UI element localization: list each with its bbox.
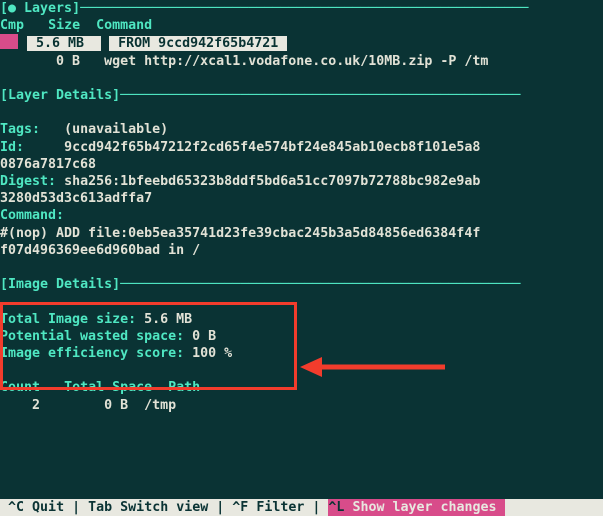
table-row: 2 0 B /tmp bbox=[0, 397, 603, 414]
digest-label: Digest: bbox=[0, 174, 56, 189]
total-size-label: Total Image size: bbox=[0, 312, 136, 327]
switch-key[interactable]: Tab bbox=[88, 500, 112, 515]
digest-value: sha256:1bfeebd65323b8ddf5bd6a51cc7097b72… bbox=[64, 174, 480, 189]
digest-value: 3280d53d3c613adffa7 bbox=[0, 191, 152, 206]
layer-size: 0 B bbox=[56, 54, 80, 69]
id-label: Id: bbox=[0, 140, 24, 155]
filter-key[interactable]: ^F bbox=[232, 500, 248, 515]
wasted-space-label: Potential wasted space: bbox=[0, 329, 184, 344]
divider: | bbox=[216, 500, 224, 515]
layer-row[interactable]: 5.6 MB FROM 9ccd942f65b4721 bbox=[0, 34, 603, 52]
tags-value: (unavailable) bbox=[64, 122, 168, 137]
bracket: ] bbox=[72, 1, 80, 16]
terminal-screen: [● Layers]──────────────────────────────… bbox=[0, 0, 603, 414]
col-size: Size bbox=[48, 18, 80, 33]
changes-key[interactable]: ^L bbox=[328, 500, 344, 515]
total-size-value: 5.6 MB bbox=[144, 312, 192, 327]
command-label: Command: bbox=[0, 208, 64, 223]
divider: | bbox=[72, 500, 80, 515]
layer-row[interactable]: 0 B wget http://xcal1.vodafone.co.uk/10M… bbox=[0, 53, 603, 70]
cell-total-space: 0 B bbox=[104, 398, 128, 413]
quit-label: Quit bbox=[32, 500, 64, 515]
image-details-header: [Image Details]─────────────────────────… bbox=[0, 276, 603, 293]
divider: | bbox=[312, 500, 320, 515]
switch-label: Switch view bbox=[120, 500, 208, 515]
col-command: Command bbox=[96, 18, 152, 33]
image-details-title: Image Details bbox=[8, 277, 112, 292]
layer-size: 5.6 MB bbox=[27, 36, 101, 51]
col-space: Space bbox=[112, 380, 152, 395]
command-value: f07d496369ee6d960bad in / bbox=[0, 243, 200, 258]
efficiency-label: Image efficiency score: bbox=[0, 346, 184, 361]
cell-count: 2 bbox=[32, 398, 40, 413]
footer-bar: ^C Quit | Tab Switch view | ^F Filter | … bbox=[0, 499, 603, 516]
layer-command: FROM 9ccd942f65b4721 bbox=[109, 36, 287, 51]
col-count: Count bbox=[0, 380, 40, 395]
layers-columns: Cmp Size Command bbox=[0, 17, 603, 34]
table-header: Count Total Space Path bbox=[0, 379, 603, 396]
layer-command: wget http://xcal1.vodafone.co.uk/10MB.zi… bbox=[104, 54, 488, 69]
col-total: Total bbox=[64, 380, 104, 395]
layers-title: ● Layers bbox=[8, 1, 72, 16]
cell-path: /tmp bbox=[144, 398, 176, 413]
efficiency-value: 100 % bbox=[192, 346, 232, 361]
id-value: 0876a7817c68 bbox=[0, 157, 96, 172]
wasted-space-value: 0 B bbox=[192, 329, 216, 344]
filter-label: Filter bbox=[256, 500, 304, 515]
layers-section-header: [● Layers]──────────────────────────────… bbox=[0, 0, 603, 17]
bracket: [ bbox=[0, 1, 8, 16]
layer-details-title: Layer Details bbox=[8, 88, 112, 103]
col-path: Path bbox=[168, 380, 200, 395]
cmp-indicator bbox=[0, 34, 18, 49]
tags-label: Tags: bbox=[0, 122, 40, 137]
changes-label: Show layer changes bbox=[352, 500, 496, 515]
command-value: #(nop) ADD file:0eb5ea35741d23fe39cbac24… bbox=[0, 226, 480, 241]
id-value: 9ccd942f65b47212f2cd65f4e574bf24e845ab10… bbox=[64, 140, 480, 155]
layer-details-header: [Layer Details]─────────────────────────… bbox=[0, 87, 603, 104]
rule: ────────────────────────────────────────… bbox=[80, 1, 528, 16]
col-cmp: Cmp bbox=[0, 18, 24, 33]
quit-key[interactable]: ^C bbox=[8, 500, 24, 515]
